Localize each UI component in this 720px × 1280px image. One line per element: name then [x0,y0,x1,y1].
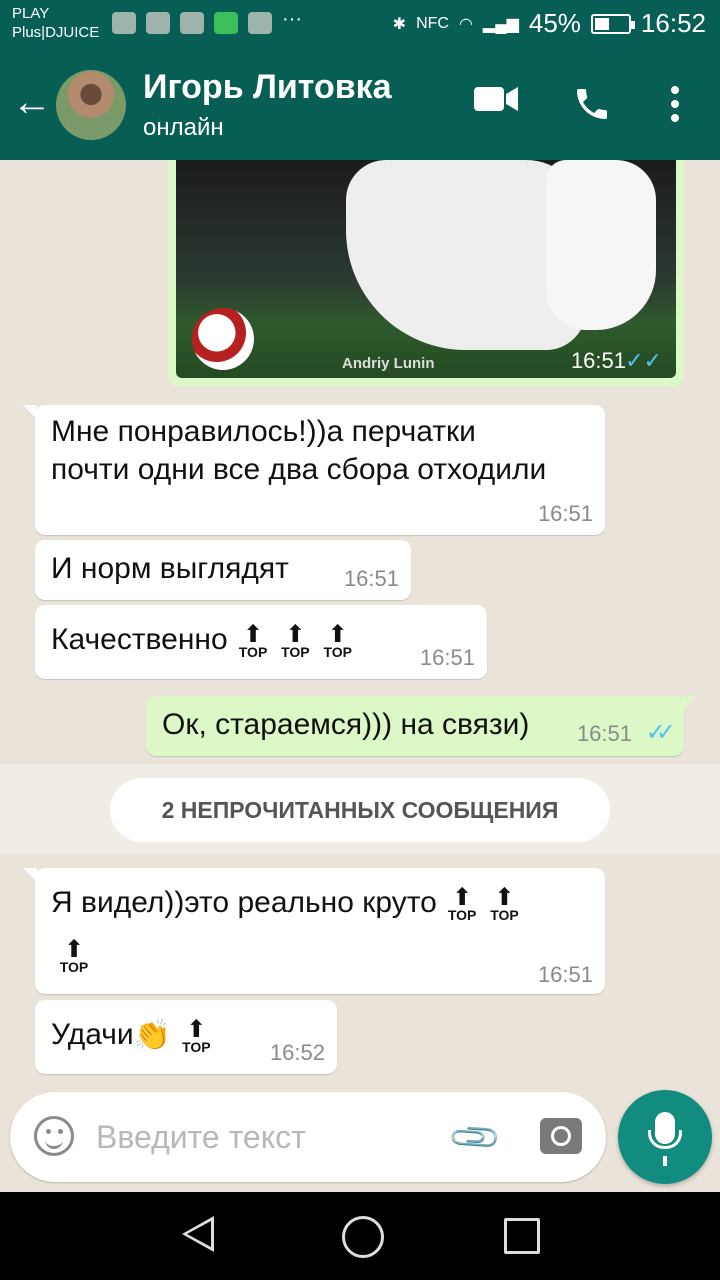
message-time: 16:51 [343,566,399,591]
nfc-icon: NFC [416,14,449,32]
top-arrow-emoji-icon: ⬆ TOP [281,621,310,661]
mic-icon [648,1112,682,1149]
clock: 16:52 [640,8,706,38]
photo-caption: Andriy Lunin [342,355,435,372]
signal-icon: ▂▄▆ [482,15,519,33]
app-notification-icon [112,12,136,34]
nav-back-icon[interactable] [182,1216,214,1252]
message-composer: Введите текст 📎 [10,1092,606,1182]
message-time: 16:51 [576,721,632,746]
battery-icon [590,13,635,34]
smiley-icon[interactable] [34,1116,74,1156]
gallery-notification-icon [180,12,204,34]
message-time: 16:51 [537,501,593,526]
glove-shape [546,160,656,330]
nav-home-icon[interactable] [342,1216,384,1258]
message-text: Качественно [51,623,228,656]
notification-icons: ··· [112,8,306,34]
wifi-icon: ◠ [458,15,473,33]
message-text: Я видел))это реально круто [51,886,437,919]
paperclip-icon[interactable]: 📎 [446,1109,504,1167]
bluetooth-icon: ✱ [392,15,407,33]
top-arrow-emoji-icon: ⬆ TOP [447,884,477,924]
message-input[interactable]: Введите текст [96,1114,426,1160]
carrier-label: PLAY Plus|DJUICE [12,4,99,42]
clapping-hands-emoji-icon: 👏 [133,1019,171,1053]
more-vert-icon[interactable] [668,84,682,132]
more-notifications-icon: ··· [282,8,302,30]
system-nav-bar [0,1192,720,1280]
incoming-message[interactable]: Мне понравилось!))а перчатки почти одни … [23,405,605,535]
voice-record-button[interactable] [618,1090,712,1184]
unread-divider: 2 НЕПРОЧИТАННЫХ СООБЩЕНИЯ [0,764,720,854]
chat-area[interactable]: Andriy Lunin 16:51 ✓✓ Мне понравилось!))… [0,160,720,1090]
read-ticks-icon: ✓✓ [645,719,676,746]
outgoing-message[interactable]: Ок, стараемся))) на связи) 16:51 ✓✓ [146,696,696,756]
message-text: Мне понравилось!))а перчатки [51,415,476,448]
photo-message[interactable]: Andriy Lunin 16:51 ✓✓ [168,160,684,386]
top-arrow-emoji-icon: ⬆ TOP [238,621,268,661]
carrier-line1: PLAY [12,5,50,22]
ball-shape [192,308,254,370]
avatar[interactable] [56,70,126,140]
arrow-left-icon[interactable]: ← [12,82,52,122]
read-ticks-icon: ✓✓ [625,348,662,373]
message-time: 16:52 [269,1040,325,1065]
incoming-message[interactable]: Качественно ⬆ TOP ⬆ TOP ⬆ TOP 16:51 [35,605,487,679]
message-text: И норм выглядят [51,552,289,585]
chat-header: ← Игорь Литовка онлайн [0,48,720,160]
system-status: ✱ NFC ◠ ▂▄▆ 45% 16:52 [393,8,706,39]
video-camera-icon[interactable] [474,84,518,122]
incoming-message[interactable]: Удачи👏 ⬆ TOP 16:52 [35,1000,337,1074]
status-bar: PLAY Plus|DJUICE ··· ✱ NFC ◠ ▂▄▆ 45% 16:… [0,0,720,48]
message-time: 16:51 [419,645,475,670]
message-text: Ок, стараемся))) на связи) [162,708,530,741]
camera-icon[interactable] [540,1118,582,1154]
contact-status: онлайн [143,114,224,141]
incoming-message[interactable]: Я видел))это реально круто ⬆ TOP ⬆ TOP ⬆ TO… [23,868,605,994]
unread-count-label: 2 НЕПРОЧИТАННЫХ СООБЩЕНИЯ [110,778,610,842]
goalkeeper-glove-photo[interactable]: Andriy Lunin [176,160,676,378]
carrier-line2: Plus|DJUICE [12,24,100,41]
message-notification-icon [214,12,238,34]
photos-notification-icon [248,12,272,34]
phone-icon[interactable] [572,84,612,132]
message-time: 16:51 [570,348,626,373]
mail-notification-icon [146,12,170,34]
top-arrow-emoji-icon: ⬆ TOP [323,621,352,661]
message-text: Удачи [51,1018,134,1051]
battery-percent: 45% [528,8,581,38]
message-text: почти одни все два сбора отходили [51,453,547,486]
message-time: 16:51 [537,962,593,987]
top-arrow-emoji-icon: ⬆ TOP [182,1016,211,1056]
top-arrow-emoji-icon: ⬆ TOP [59,936,89,976]
contact-name[interactable]: Игорь Литовка [143,68,392,107]
incoming-message[interactable]: И норм выглядят 16:51 [35,540,411,600]
top-arrow-emoji-icon: ⬆ TOP [490,884,519,924]
nav-recents-icon[interactable] [504,1218,540,1254]
